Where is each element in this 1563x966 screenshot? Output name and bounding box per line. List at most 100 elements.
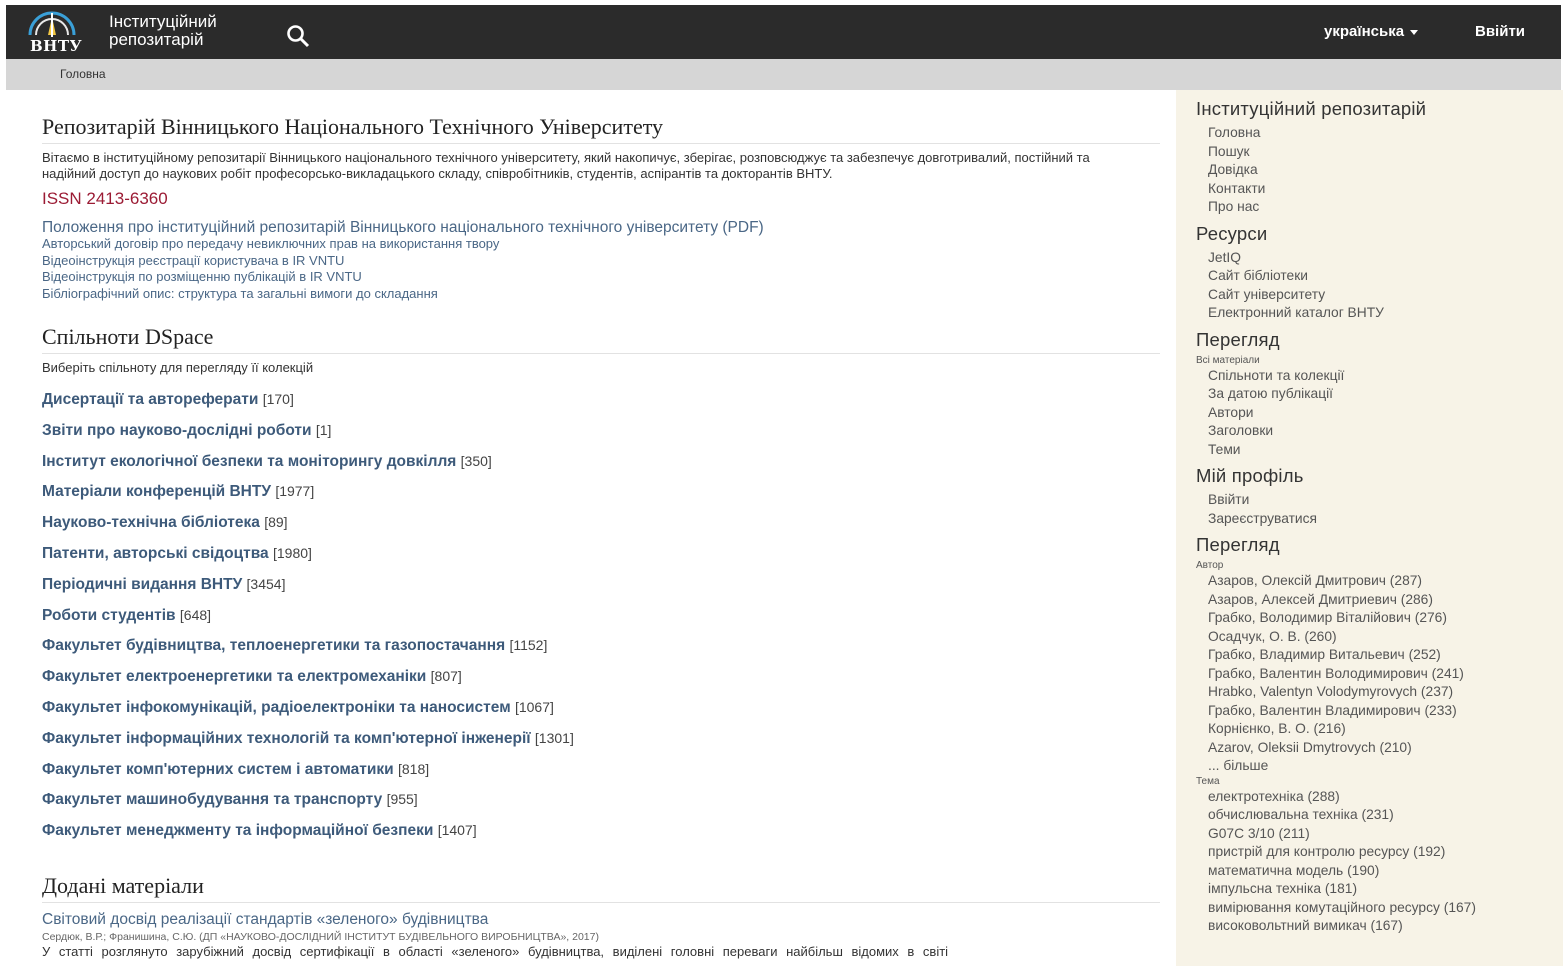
- sidebar-item-catalog[interactable]: Електронний каталог ВНТУ: [1196, 304, 1556, 323]
- communities-list: Дисертації та автореферати [170] Звіти п…: [42, 391, 1160, 853]
- subject-facet[interactable]: електротехніка (288): [1196, 788, 1556, 807]
- brand-line1: Інституційний: [109, 12, 217, 31]
- authors-more-link[interactable]: ... більше: [1196, 757, 1556, 776]
- community-link[interactable]: Факультет комп'ютерних систем і автомати…: [42, 761, 394, 778]
- subject-facet[interactable]: математична модель (190): [1196, 862, 1556, 881]
- sidebar-browse-title: Перегляд: [1196, 328, 1280, 350]
- sidebar-item-authors[interactable]: Автори: [1196, 404, 1556, 423]
- community-count: [1407]: [437, 822, 477, 839]
- author-facet[interactable]: Азаров, Олексій Дмитрович (287): [1196, 572, 1556, 591]
- sidebar: Інституційний репозитарій Головна Пошук …: [1176, 90, 1563, 966]
- community-count: [170]: [262, 391, 294, 407]
- breadcrumb-home[interactable]: Головна: [60, 67, 106, 81]
- community-link[interactable]: Дисертації та автореферати: [42, 391, 258, 408]
- sidebar-item-communities[interactable]: Спільноти та колекції: [1196, 367, 1556, 386]
- author-facet[interactable]: Грабко, Валентин Володимирович (241): [1196, 665, 1556, 684]
- doc-link-author-agreement[interactable]: Авторський договір про передачу невиключ…: [42, 236, 1160, 253]
- list-item: Роботи студентів [648]: [42, 607, 1160, 638]
- logo-text: ВНТУ: [30, 37, 83, 55]
- list-item: Факультет будівництва, теплоенергетики т…: [42, 637, 1160, 668]
- sidebar-item-register[interactable]: Зареєструватися: [1196, 510, 1556, 529]
- community-count: [350]: [460, 452, 492, 469]
- list-item: Інститут екологічної безпеки та монітори…: [42, 453, 1160, 484]
- sidebar-item-login[interactable]: Ввійти: [1196, 491, 1556, 510]
- community-link[interactable]: Патенти, авторські свідоцтва: [42, 545, 269, 562]
- language-label: українська: [1324, 23, 1405, 40]
- list-item: Факультет інфокомунікацій, радіоелектрон…: [42, 699, 1160, 730]
- community-link[interactable]: Звіти про науково-дослідні роботи: [42, 422, 312, 439]
- author-facet[interactable]: Грабко, Валентин Владимирович (233): [1196, 702, 1556, 721]
- sidebar-item-search[interactable]: Пошук: [1196, 143, 1556, 162]
- login-link[interactable]: Ввійти: [1475, 23, 1525, 40]
- community-link[interactable]: Інститут екологічної безпеки та монітори…: [42, 453, 456, 470]
- sidebar-item-by-date[interactable]: За датою публікації: [1196, 385, 1556, 404]
- doc-link-upload-video[interactable]: Відеоінструкція по розміщенню публікацій…: [42, 269, 1160, 286]
- subject-facet[interactable]: обчислювальна техніка (231): [1196, 806, 1556, 825]
- community-count: [89]: [264, 514, 288, 531]
- community-count: [1980]: [273, 544, 312, 561]
- author-facet[interactable]: Азаров, Алексей Дмитриевич (286): [1196, 591, 1556, 610]
- author-facet[interactable]: Hrabko, Valentyn Volodymyrovych (237): [1196, 683, 1556, 702]
- sidebar-repo-title: Інституційний репозитарій: [1196, 98, 1427, 119]
- brand-line2: репозитарій: [109, 30, 204, 49]
- sidebar-item-help[interactable]: Довідка: [1196, 161, 1556, 180]
- sidebar-item-contacts[interactable]: Контакти: [1196, 180, 1556, 199]
- subject-facet[interactable]: високовольтний вимикач (167): [1196, 917, 1556, 936]
- subject-facet[interactable]: імпульсна техніка (181): [1196, 880, 1556, 899]
- community-link[interactable]: Факультет машинобудування та транспорту: [42, 791, 382, 808]
- sidebar-item-about[interactable]: Про нас: [1196, 198, 1556, 217]
- language-dropdown[interactable]: українська: [1324, 23, 1419, 40]
- list-item: Матеріали конференцій ВНТУ [1977]: [42, 483, 1160, 514]
- subject-facet[interactable]: вимірювання комутаційного ресурсу (167): [1196, 899, 1508, 918]
- recent-item-title[interactable]: Світовий досвід реалізації стандартів «з…: [42, 911, 1160, 929]
- search-icon[interactable]: [285, 23, 311, 49]
- author-facet[interactable]: Грабко, Володимир Віталійович (276): [1196, 609, 1556, 628]
- communities-hint: Виберіть спільноту для перегляду її коле…: [42, 360, 314, 375]
- list-item: Факультет машинобудування та транспорту …: [42, 791, 1160, 822]
- recent-item-abstract: У статті розглянуто зарубіжний досвід се…: [42, 943, 949, 959]
- subject-facet[interactable]: пристрій для контролю ресурсу (192): [1196, 843, 1556, 862]
- brand-title[interactable]: Інституційний репозитарій: [109, 13, 217, 49]
- sidebar-item-titles[interactable]: Заголовки: [1196, 422, 1556, 441]
- community-link[interactable]: Науково-технічна бібліотека: [42, 514, 260, 531]
- sidebar-browse2-title: Перегляд: [1196, 534, 1280, 555]
- community-link[interactable]: Факультет інфокомунікацій, радіоелектрон…: [42, 699, 511, 716]
- community-count: [3454]: [246, 575, 286, 592]
- author-facet[interactable]: Грабко, Владимир Витальевич (252): [1196, 646, 1556, 665]
- sidebar-item-university[interactable]: Сайт університету: [1196, 286, 1556, 305]
- doc-link-regulation[interactable]: Положення про інституційний репозитарій …: [42, 219, 1160, 236]
- subject-facet[interactable]: G07C 3/10 (211): [1196, 825, 1556, 844]
- author-facet[interactable]: Осадчук, О. В. (260): [1196, 628, 1556, 647]
- sidebar-item-library[interactable]: Сайт бібліотеки: [1196, 267, 1556, 286]
- community-link[interactable]: Періодичні видання ВНТУ: [42, 576, 242, 593]
- author-facet[interactable]: Azarov, Oleksii Dmytrovych (210): [1196, 739, 1556, 758]
- community-link[interactable]: Факультет електроенергетики та електроме…: [42, 668, 426, 685]
- recent-item-meta: Сердюк, В.Р.; Франишина, С.Ю. (ДП «НАУКО…: [42, 930, 599, 943]
- sidebar-item-home[interactable]: Головна: [1196, 124, 1556, 143]
- sidebar-resources-title: Ресурси: [1196, 222, 1268, 244]
- list-item: Звіти про науково-дослідні роботи [1]: [42, 422, 1160, 453]
- community-link[interactable]: Факультет будівництва, теплоенергетики т…: [42, 637, 505, 654]
- community-link[interactable]: Факультет менеджменту та інформаційної б…: [42, 822, 433, 839]
- community-count: [648]: [179, 606, 212, 623]
- community-count: [955]: [386, 791, 418, 808]
- doc-link-registration-video[interactable]: Відеоінструкція реєстрації користувача в…: [42, 253, 1160, 270]
- vntu-logo-icon[interactable]: ВНТУ: [22, 9, 92, 55]
- sidebar-subjects-list: електротехніка (288) обчислювальна техні…: [1196, 788, 1556, 936]
- community-link[interactable]: Матеріали конференцій ВНТУ: [42, 483, 271, 500]
- sidebar-browse-links: Спільноти та колекції За датою публікаці…: [1196, 367, 1556, 460]
- community-link[interactable]: Роботи студентів: [42, 607, 176, 624]
- sidebar-item-subjects[interactable]: Теми: [1196, 441, 1556, 460]
- list-item: Періодичні видання ВНТУ [3454]: [42, 576, 1160, 607]
- sidebar-item-jetiq[interactable]: JetIQ: [1196, 249, 1556, 268]
- list-item: Науково-технічна бібліотека [89]: [42, 514, 1160, 545]
- page-title: Репозитарій Вінницького Національного Те…: [42, 114, 1160, 144]
- doc-link-bibliographic[interactable]: Бібліографічний опис: структура та загал…: [42, 286, 1160, 303]
- author-facet[interactable]: Корнієнко, В. О. (216): [1196, 720, 1556, 739]
- caret-down-icon: [1410, 29, 1419, 35]
- community-count: [1067]: [514, 698, 554, 715]
- community-link[interactable]: Факультет інформаційних технологій та ко…: [42, 730, 531, 747]
- sidebar-browse-sub: Всі матеріали: [1196, 354, 1260, 366]
- list-item: Факультет електроенергетики та електроме…: [42, 668, 1160, 699]
- community-count: [807]: [430, 668, 462, 685]
